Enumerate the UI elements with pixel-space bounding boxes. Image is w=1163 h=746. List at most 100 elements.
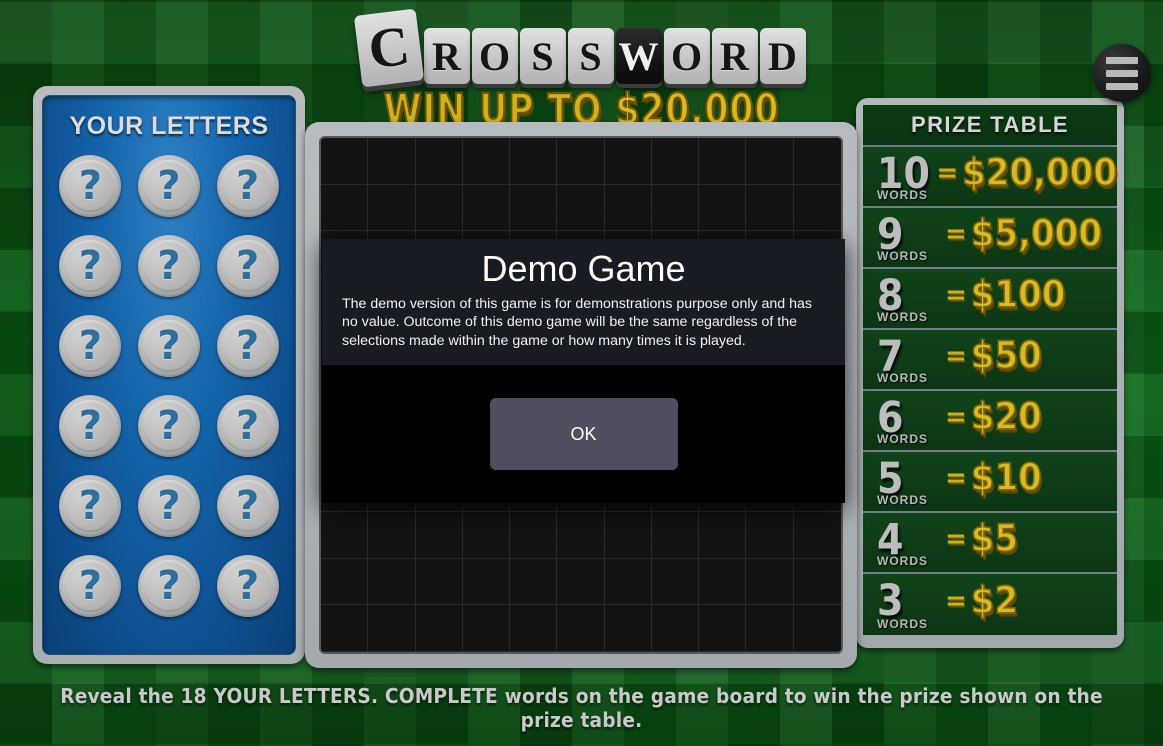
board-cell[interactable] (651, 605, 700, 652)
letter-coin[interactable]: ? (216, 395, 279, 457)
letter-coin[interactable]: ? (59, 555, 122, 617)
board-cell[interactable] (368, 511, 416, 559)
instruction-text: Reveal the 18 YOUR LETTERS. COMPLETE wor… (60, 684, 1103, 732)
board-cell[interactable] (510, 558, 558, 606)
board-cell[interactable] (462, 138, 511, 185)
board-cell[interactable] (462, 605, 511, 652)
board-cell[interactable] (510, 511, 558, 559)
your-letters-grid: ?????????????????? (51, 155, 287, 617)
letter-coin[interactable]: ? (137, 155, 200, 217)
board-cell[interactable] (793, 138, 841, 185)
board-cell[interactable] (746, 605, 794, 652)
board-cell[interactable] (746, 138, 794, 185)
prize-count-box: 5 WORDS (873, 452, 945, 511)
board-cell[interactable] (557, 605, 605, 652)
board-cell[interactable] (699, 184, 747, 232)
board-cell[interactable] (321, 138, 369, 185)
board-cell[interactable] (699, 605, 747, 652)
board-cell[interactable] (462, 511, 511, 559)
letter-coin[interactable]: ? (137, 315, 200, 377)
board-cell[interactable] (699, 138, 747, 185)
board-cell[interactable] (604, 605, 652, 652)
letter-coin[interactable]: ? (216, 155, 279, 217)
board-cell[interactable] (510, 605, 558, 652)
board-cell[interactable] (415, 605, 463, 652)
board-cell[interactable] (651, 184, 700, 232)
board-cell[interactable] (510, 184, 558, 232)
board-cell[interactable] (699, 511, 747, 559)
menu-bar-3 (1106, 82, 1138, 90)
board-cell[interactable] (793, 605, 841, 652)
prize-table-row: 7 WORDS = $50 (863, 330, 1117, 391)
prize-equals-sign: = (945, 340, 967, 371)
game-title: CROSSWORD WIN UP TO $20,000 (0, 8, 1163, 136)
board-cell[interactable] (557, 184, 605, 232)
board-cell[interactable] (368, 184, 416, 232)
question-mark-icon: ? (157, 563, 181, 609)
board-cell[interactable] (321, 558, 369, 606)
board-cell[interactable] (510, 138, 558, 185)
letter-coin[interactable]: ? (216, 475, 279, 537)
letter-coin[interactable]: ? (216, 235, 279, 297)
board-cell[interactable] (651, 511, 700, 559)
prize-table-row: 3 WORDS = $2 (863, 574, 1117, 635)
letter-coin[interactable]: ? (137, 475, 200, 537)
board-cell[interactable] (462, 184, 511, 232)
prize-equals-sign: = (936, 157, 959, 188)
title-tile-r-7: R (711, 28, 758, 84)
question-mark-icon: ? (78, 323, 102, 369)
board-cell[interactable] (415, 138, 463, 185)
board-cell[interactable] (557, 558, 605, 606)
board-cell[interactable] (368, 138, 416, 185)
board-cell[interactable] (321, 605, 369, 652)
letter-coin[interactable]: ? (137, 235, 200, 297)
letter-coin[interactable]: ? (137, 395, 200, 457)
board-cell[interactable] (604, 184, 652, 232)
board-cell[interactable] (321, 511, 369, 559)
menu-bar-2 (1106, 69, 1138, 77)
board-cell[interactable] (793, 184, 841, 232)
board-cell[interactable] (604, 558, 652, 606)
board-cell[interactable] (746, 184, 794, 232)
board-cell[interactable] (793, 511, 841, 559)
modal-body-text: The demo version of this game is for dem… (342, 295, 813, 350)
letter-coin[interactable]: ? (59, 155, 122, 217)
prize-words-label: WORDS (877, 371, 928, 385)
board-cell[interactable] (415, 511, 463, 559)
letter-coin[interactable]: ? (216, 315, 279, 377)
board-cell[interactable] (557, 511, 605, 559)
board-cell[interactable] (415, 184, 463, 232)
board-cell[interactable] (651, 138, 700, 185)
question-mark-icon: ? (236, 323, 260, 369)
letter-coin[interactable]: ? (59, 395, 122, 457)
board-cell[interactable] (604, 511, 652, 559)
letter-coin[interactable]: ? (59, 235, 122, 297)
prize-equals-sign: = (945, 585, 967, 616)
board-cell[interactable] (415, 558, 463, 606)
ok-button[interactable]: OK (489, 398, 678, 471)
letter-coin[interactable]: ? (137, 555, 200, 617)
modal-title: Demo Game (481, 248, 686, 289)
board-cell[interactable] (604, 138, 652, 185)
board-cell[interactable] (651, 558, 700, 606)
board-cell[interactable] (746, 511, 794, 559)
letter-coin[interactable]: ? (59, 475, 122, 537)
prize-count-box: 3 WORDS (873, 574, 945, 635)
board-cell[interactable] (557, 138, 605, 185)
board-cell[interactable] (368, 558, 416, 606)
board-cell[interactable] (368, 605, 416, 652)
prize-amount: $2 (970, 578, 1019, 624)
prize-words-label: WORDS (877, 493, 928, 507)
menu-bar-1 (1106, 56, 1138, 64)
prize-table-row: 4 WORDS = $5 (863, 513, 1117, 574)
letter-coin[interactable]: ? (59, 315, 122, 377)
board-cell[interactable] (321, 184, 369, 232)
hamburger-menu-icon[interactable] (1093, 44, 1151, 102)
board-cell[interactable] (699, 558, 747, 606)
prize-words-label: WORDS (877, 432, 928, 446)
board-cell[interactable] (793, 558, 841, 606)
letter-coin[interactable]: ? (216, 555, 279, 617)
board-cell[interactable] (746, 558, 794, 606)
prize-count-box: 6 WORDS (873, 391, 945, 450)
board-cell[interactable] (462, 558, 511, 606)
